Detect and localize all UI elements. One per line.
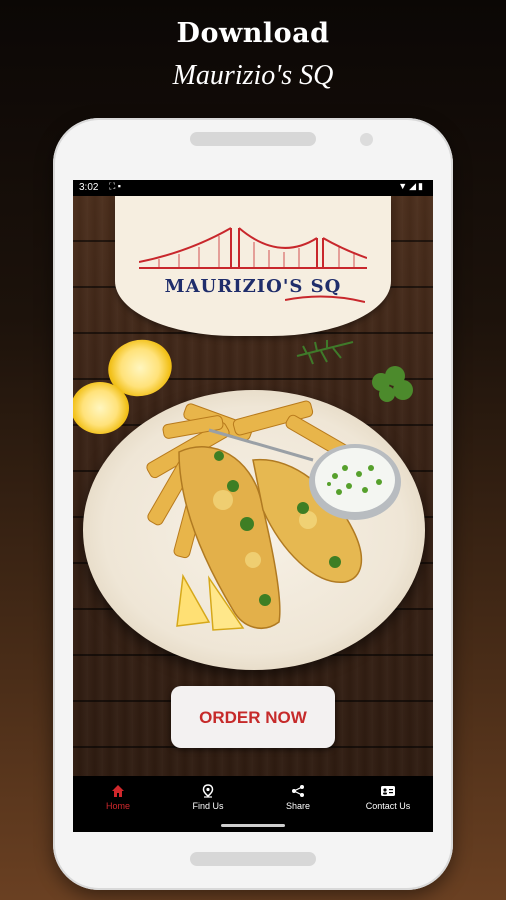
- fish-and-chips-image: [146, 400, 401, 631]
- home-icon: [112, 785, 124, 797]
- status-time: 3:02: [79, 182, 99, 193]
- nav-label: Home: [105, 801, 130, 811]
- logo-underline-icon: [285, 295, 365, 303]
- phone-frame: 3:02 ⛶ ▪ ▼◢▮ MAURIZIO'S SQ ORDER NOW Hom…: [53, 118, 453, 890]
- app-screen: 3:02 ⛶ ▪ ▼◢▮ MAURIZIO'S SQ ORDER NOW Hom…: [73, 180, 433, 832]
- nav-item-home[interactable]: Home: [73, 782, 163, 822]
- bridge-logo-icon: [139, 227, 367, 269]
- nav-label: Contact Us: [365, 801, 411, 811]
- order-now-button[interactable]: ORDER NOW: [171, 686, 335, 748]
- logo-banner: MAURIZIO'S SQ: [115, 196, 391, 336]
- fish-and-chips-plate-image: [83, 390, 425, 670]
- rosemary-image: [296, 340, 354, 365]
- share-icon: [292, 785, 304, 797]
- phone-camera: [360, 133, 373, 146]
- nav-label: Find Us: [192, 801, 224, 811]
- nav-item-contact-us[interactable]: Contact Us: [343, 782, 433, 822]
- bottom-navigation: Home Find Us Share Contact Us: [73, 776, 433, 832]
- contact-card-icon: [381, 786, 395, 796]
- hero-background: MAURIZIO'S SQ ORDER NOW: [73, 196, 433, 776]
- promo-title: Download: [176, 18, 330, 49]
- nav-label: Share: [285, 801, 311, 811]
- nav-item-find-us[interactable]: Find Us: [163, 782, 253, 822]
- notification-icons: ⛶ ▪: [109, 181, 121, 191]
- phone-speaker: [190, 132, 316, 146]
- map-pin-icon: [202, 784, 214, 798]
- gesture-home-indicator[interactable]: [221, 824, 285, 827]
- nav-item-share[interactable]: Share: [253, 782, 343, 822]
- status-bar: 3:02 ⛶ ▪ ▼◢▮: [73, 180, 433, 196]
- promo-subtitle: Maurizio's SQ: [172, 60, 334, 91]
- phone-bottom-speaker: [190, 852, 316, 866]
- signal-battery-icons: ▼◢▮: [398, 181, 425, 191]
